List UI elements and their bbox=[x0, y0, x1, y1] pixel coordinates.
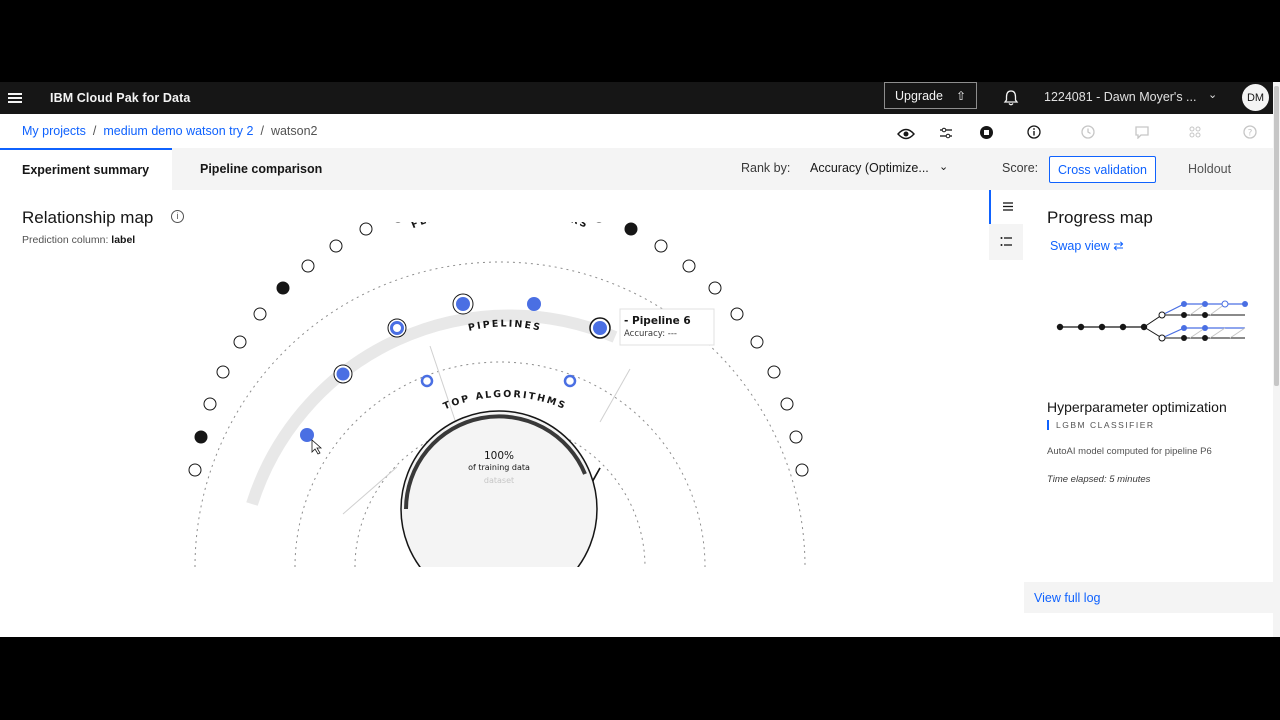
swap-view-label: Swap view bbox=[1050, 239, 1110, 253]
breadcrumb-separator: / bbox=[92, 124, 97, 138]
breadcrumb-current: watson2 bbox=[270, 124, 318, 138]
algorithm-node[interactable] bbox=[563, 374, 577, 388]
scrollbar-thumb[interactable] bbox=[1274, 86, 1279, 386]
account-switcher[interactable]: 1224081 - Dawn Moyer's ... bbox=[1044, 90, 1196, 104]
time-elapsed: Time elapsed: 5 minutes bbox=[1047, 474, 1151, 485]
swap-arrows-icon: ⇄ bbox=[1113, 239, 1124, 253]
transformer-node[interactable] bbox=[301, 259, 315, 273]
transformer-node[interactable] bbox=[767, 365, 781, 379]
transformer-node[interactable] bbox=[795, 463, 809, 477]
breadcrumb: My projects / medium demo watson try 2 /… bbox=[22, 124, 318, 138]
scrollbar[interactable] bbox=[1273, 82, 1280, 637]
tooltip-title: - Pipeline 6 bbox=[624, 315, 691, 327]
top-bar: IBM Cloud Pak for Data Upgrade ⇧ 1224081… bbox=[0, 82, 1280, 114]
chevron-down-icon[interactable]: ⌄ bbox=[1208, 88, 1217, 101]
algorithm-node[interactable] bbox=[420, 374, 434, 388]
svg-text:TOP ALGORITHMS: TOP ALGORITHMS bbox=[442, 389, 568, 412]
phase-title: Hyperparameter optimization bbox=[1047, 399, 1227, 415]
dataset-name: dataset bbox=[484, 476, 514, 485]
dataset-caption: of training data bbox=[468, 463, 530, 472]
transformer-node[interactable] bbox=[750, 335, 764, 349]
tooltip-accuracy: Accuracy: --- bbox=[624, 329, 677, 339]
bullet-list-icon[interactable] bbox=[1000, 236, 1013, 247]
list-view-button[interactable] bbox=[989, 190, 1023, 224]
prediction-column: Prediction column: label bbox=[22, 234, 135, 246]
transformer-node[interactable] bbox=[253, 307, 267, 321]
prediction-column-label: Prediction column: bbox=[22, 234, 109, 246]
settings-adjust-icon[interactable] bbox=[939, 126, 953, 140]
upgrade-arrow-icon: ⇧ bbox=[955, 89, 966, 103]
swap-view-link[interactable]: Swap view ⇄ bbox=[1050, 238, 1124, 253]
dataset-node[interactable] bbox=[400, 410, 598, 567]
upgrade-button[interactable]: Upgrade ⇧ bbox=[884, 82, 977, 109]
avatar[interactable]: DM bbox=[1242, 84, 1269, 111]
transformer-node[interactable] bbox=[654, 239, 668, 253]
upgrade-label: Upgrade bbox=[895, 88, 943, 103]
rank-by-dropdown[interactable]: Accuracy (Optimize... bbox=[810, 161, 929, 175]
info-icon[interactable] bbox=[1027, 125, 1041, 139]
view-full-log-link[interactable]: View full log bbox=[1024, 582, 1273, 613]
cross-validation-button[interactable]: Cross validation bbox=[1049, 156, 1156, 183]
relationship-map-title: Relationship map bbox=[22, 208, 154, 227]
phase-detail: AutoAI model computed for pipeline P6 bbox=[1047, 446, 1212, 457]
progress-mini-map bbox=[1056, 300, 1248, 342]
pipeline-node[interactable] bbox=[456, 297, 470, 311]
svg-text:FEATURE TRANSFORMERS: FEATURE TRANSFORMERS bbox=[410, 222, 590, 231]
progress-map-title: Progress map bbox=[1047, 208, 1153, 227]
notification-bell-icon[interactable] bbox=[1001, 88, 1021, 108]
breadcrumb-project[interactable]: medium demo watson try 2 bbox=[103, 124, 253, 138]
prediction-column-value: label bbox=[111, 234, 136, 246]
svg-text:?: ? bbox=[1248, 129, 1253, 139]
list-view-icon bbox=[1003, 202, 1013, 211]
history-icon bbox=[1081, 125, 1095, 139]
transformer-node[interactable] bbox=[682, 259, 696, 273]
feature-transformers-label: FEATURE TRANSFORMERS bbox=[410, 222, 588, 231]
transformer-node[interactable] bbox=[359, 222, 373, 236]
transformer-node[interactable] bbox=[203, 397, 217, 411]
pipeline-node[interactable] bbox=[527, 297, 541, 311]
transformer-node[interactable] bbox=[708, 281, 722, 295]
view-switcher bbox=[989, 190, 1023, 260]
transformer-node[interactable] bbox=[780, 397, 794, 411]
dataset-percent: 100% bbox=[484, 450, 514, 462]
relationship-map: FEATURE TRANSFORMERS PIPELINES TOP ALGOR… bbox=[188, 222, 809, 567]
transformer-node[interactable] bbox=[276, 281, 290, 295]
tab-pipeline-comparison[interactable]: Pipeline comparison bbox=[172, 148, 350, 190]
classifier-label: LGBM CLASSIFIER bbox=[1047, 420, 1155, 430]
chevron-down-icon[interactable]: ⌄ bbox=[939, 160, 948, 173]
mouse-cursor-icon bbox=[311, 439, 323, 455]
chat-icon bbox=[1135, 126, 1149, 139]
pipeline-6-node[interactable] bbox=[593, 321, 607, 335]
transformer-node[interactable] bbox=[789, 430, 803, 444]
product-name[interactable]: IBM Cloud Pak for Data bbox=[50, 91, 190, 105]
score-label: Score: bbox=[1002, 161, 1039, 175]
transformer-node[interactable] bbox=[188, 463, 202, 477]
svg-text:PIPELINES: PIPELINES bbox=[467, 319, 543, 334]
breadcrumb-separator: / bbox=[260, 124, 264, 138]
stop-icon[interactable] bbox=[979, 125, 994, 140]
pipelines-label: PIPELINES bbox=[467, 319, 541, 334]
deploy-icon bbox=[1189, 126, 1201, 138]
help-icon: ? bbox=[1243, 125, 1257, 139]
transformer-node[interactable] bbox=[329, 239, 343, 253]
eye-icon[interactable] bbox=[897, 127, 915, 141]
transformer-node[interactable] bbox=[624, 222, 638, 236]
transformer-node[interactable] bbox=[216, 365, 230, 379]
tab-bar: Experiment summary Pipeline comparison R… bbox=[0, 148, 1280, 190]
transformer-node[interactable] bbox=[233, 335, 247, 349]
transformer-node[interactable] bbox=[194, 430, 208, 444]
transformer-node[interactable] bbox=[730, 307, 744, 321]
holdout-button[interactable]: Holdout bbox=[1188, 162, 1231, 176]
pipeline-node[interactable] bbox=[336, 367, 350, 381]
rank-label: Rank by: bbox=[741, 161, 791, 175]
tab-experiment-summary[interactable]: Experiment summary bbox=[0, 148, 172, 190]
top-algorithms-label: TOP ALGORITHMS bbox=[442, 389, 566, 412]
breadcrumb-my-projects[interactable]: My projects bbox=[22, 124, 86, 138]
app-frame: IBM Cloud Pak for Data Upgrade ⇧ 1224081… bbox=[0, 82, 1280, 637]
hamburger-icon[interactable] bbox=[0, 82, 30, 114]
